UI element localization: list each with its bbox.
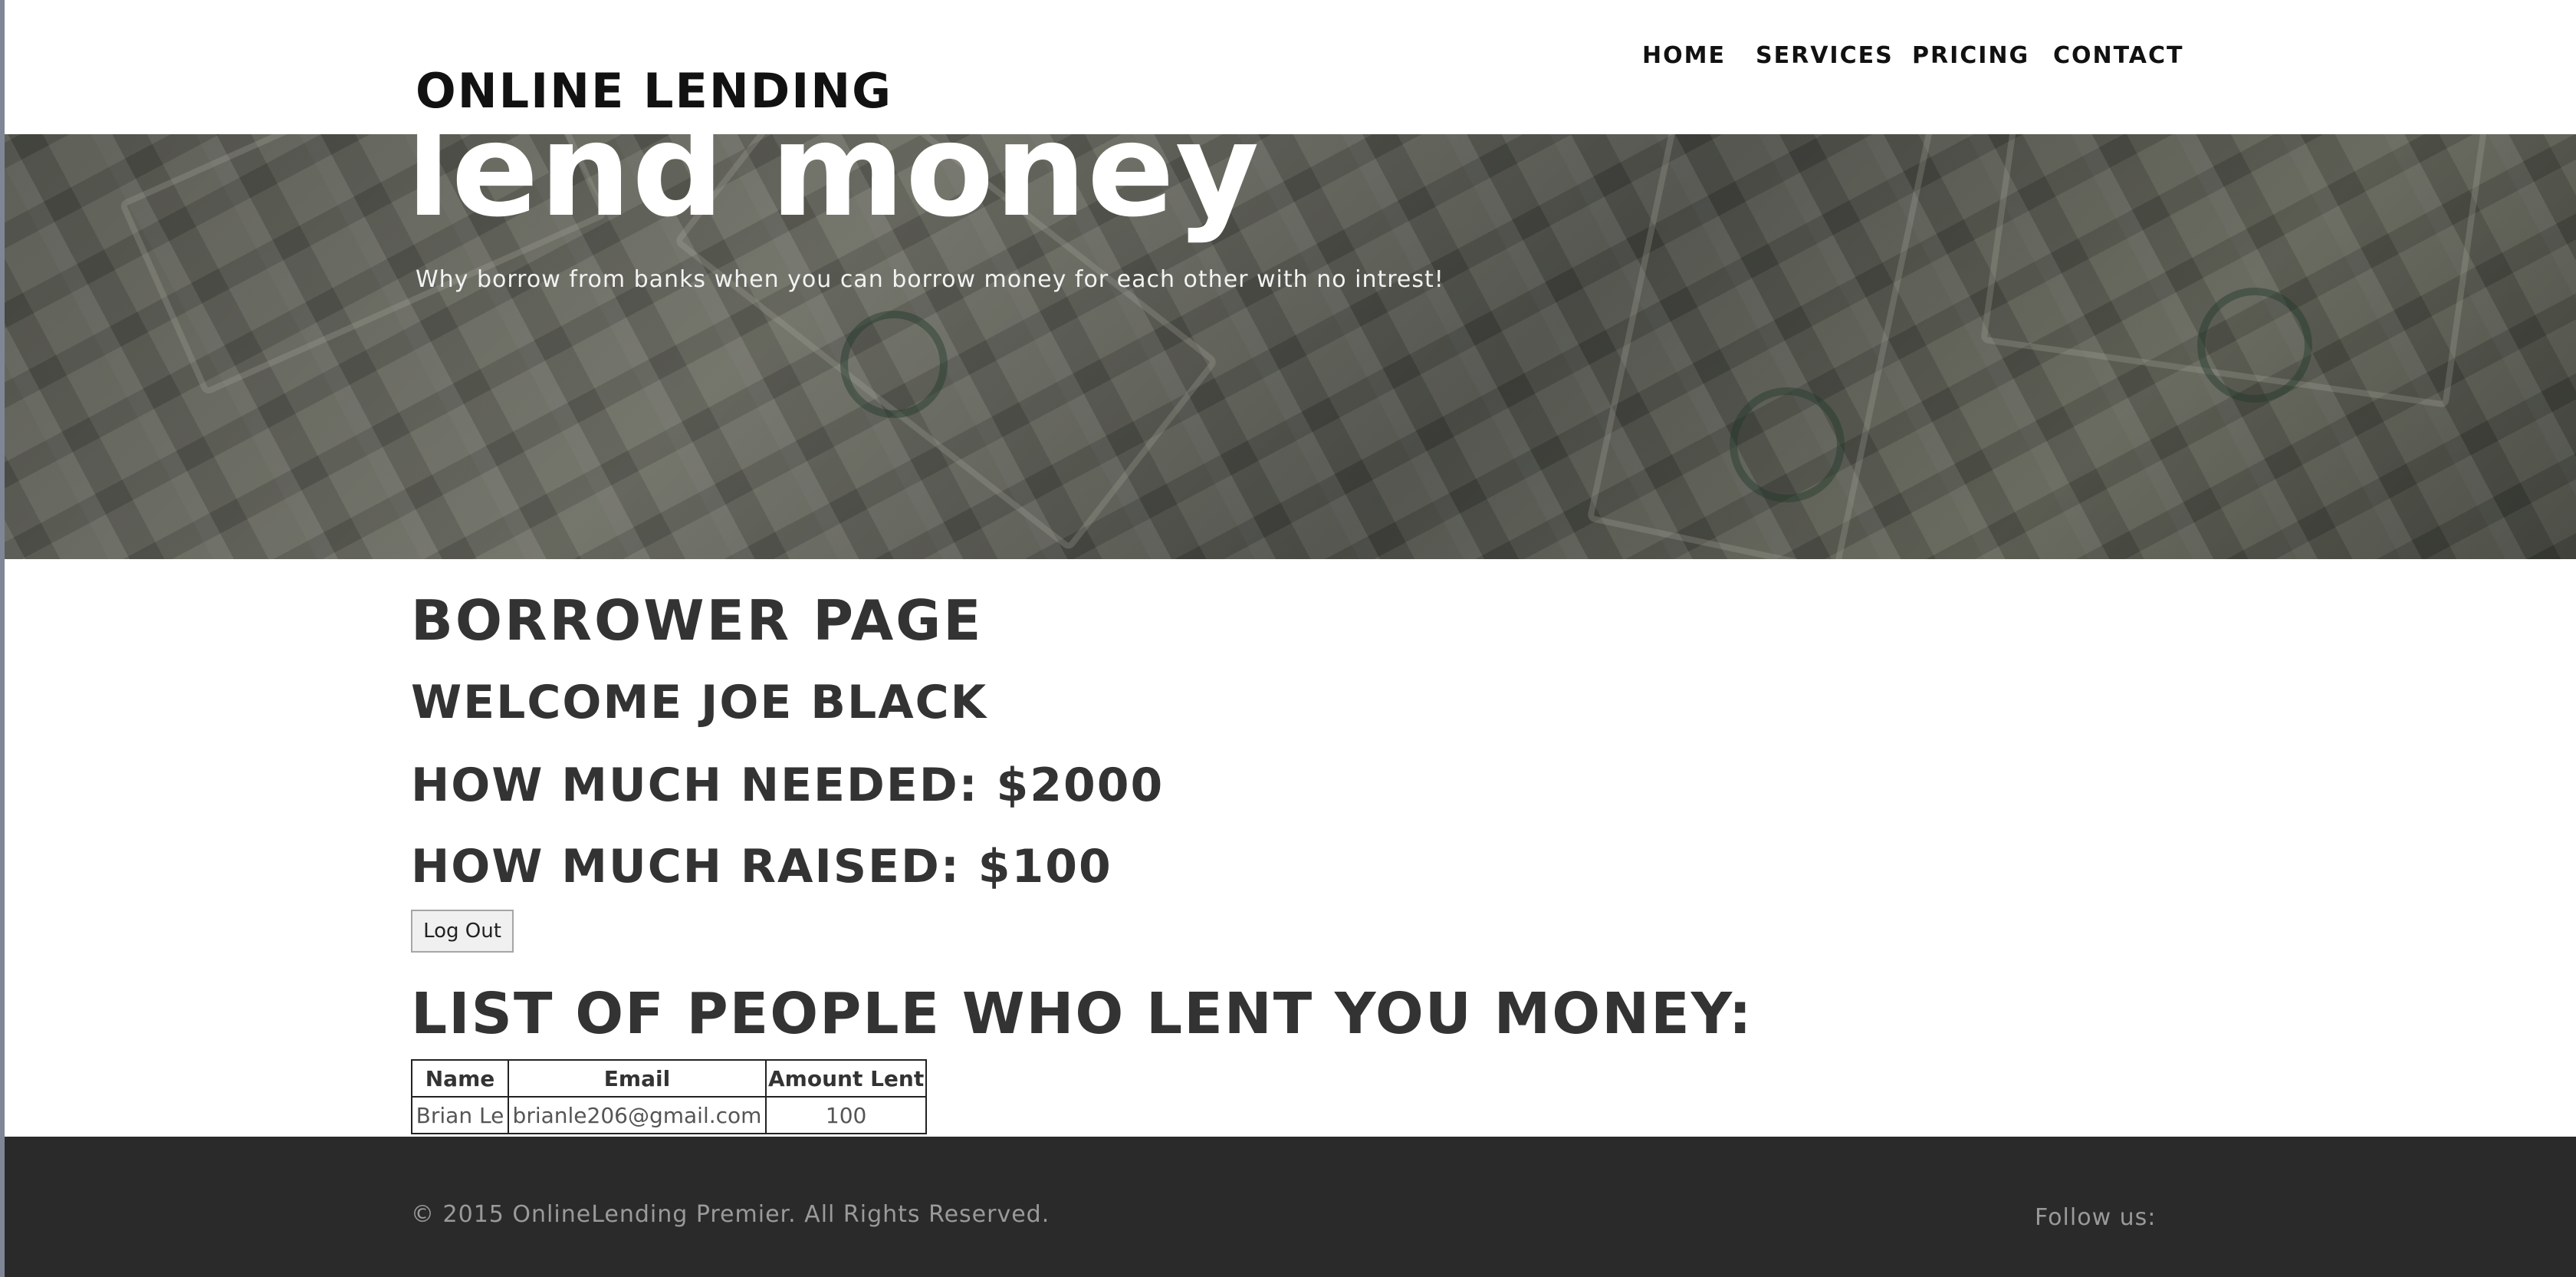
nav-services-link[interactable]: SERVICES (1756, 42, 1894, 69)
welcome-heading: WELCOME JOE BLACK (411, 676, 988, 729)
lender-amount-cell: 100 (764, 1096, 928, 1134)
table-header-row: Name Email Amount Lent (411, 1059, 928, 1098)
table-row: Brian Le brianle206@gmail.com 100 (411, 1096, 928, 1134)
column-header-amount: Amount Lent (764, 1059, 928, 1098)
lender-name-cell: Brian Le (411, 1096, 509, 1134)
hero-subtitle: Why borrow from banks when you can borro… (416, 266, 1444, 293)
nav-contact-link[interactable]: CONTACT (2053, 42, 2183, 69)
lender-email-cell: brianle206@gmail.com (508, 1096, 767, 1134)
logout-button[interactable]: Log Out (411, 910, 514, 953)
nav-home-link[interactable]: HOME (1642, 42, 1726, 69)
page-title: BORROWER PAGE (411, 588, 984, 653)
site-header: ONLINE LENDING HOME SERVICES PRICING CON… (5, 0, 2576, 134)
copyright-text: © 2015 OnlineLending Premier. All Rights… (411, 1201, 1050, 1228)
hero-overlay (5, 134, 2576, 559)
follow-us-label: Follow us: (2035, 1204, 2157, 1231)
column-header-email: Email (508, 1059, 767, 1098)
site-footer: © 2015 OnlineLending Premier. All Rights… (5, 1137, 2576, 1277)
lenders-list-heading: LIST OF PEOPLE WHO LENT YOU MONEY: (411, 981, 1753, 1047)
hero-banner: Why borrow from banks when you can borro… (5, 134, 2576, 559)
main-nav: HOME SERVICES PRICING CONTACT (5, 42, 2576, 73)
lenders-table: Name Email Amount Lent Brian Le brianle2… (411, 1059, 928, 1134)
nav-pricing-link[interactable]: PRICING (1912, 42, 2029, 69)
column-header-name: Name (411, 1059, 509, 1098)
amount-needed-heading: HOW MUCH NEEDED: $2000 (411, 759, 1165, 812)
amount-raised-heading: HOW MUCH RAISED: $100 (411, 840, 1112, 894)
